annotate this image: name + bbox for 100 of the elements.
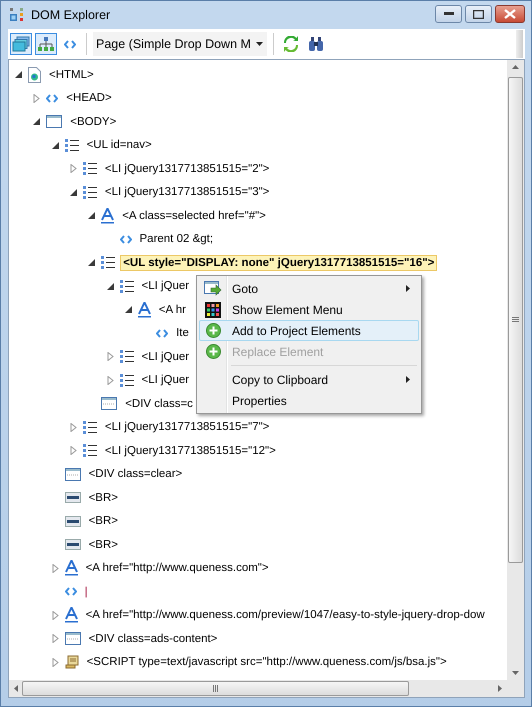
color-grid-icon <box>205 302 221 318</box>
expand-toggle[interactable] <box>106 376 114 385</box>
tree-node[interactable]: Ite <box>173 325 192 342</box>
minimize-icon <box>444 12 454 16</box>
maximize-button[interactable] <box>465 5 492 23</box>
tree-node[interactable]: <A hr <box>156 302 189 318</box>
line-break-icon <box>64 516 81 527</box>
page-dropdown[interactable]: Page (Simple Drop Down M <box>93 32 267 56</box>
tree-node[interactable]: <A class=selected href="#"> <box>119 208 269 224</box>
div-icon <box>101 397 118 410</box>
close-icon <box>504 9 516 19</box>
tree-node[interactable]: <SCRIPT type=text/javascript src="http://www.queness.com/js/bsa.js"> <box>84 654 450 670</box>
list-icon <box>82 186 97 199</box>
code-icon <box>156 328 168 338</box>
menu-item[interactable]: Copy to Clipboard <box>199 369 419 390</box>
tree-node[interactable]: <UL style="DISPLAY: none" jQuery1317713851515="16"> <box>120 254 438 271</box>
menu-item[interactable]: Goto <box>199 278 419 299</box>
expand-toggle[interactable] <box>106 352 114 362</box>
tree-node[interactable]: <A href="http://www.queness.com/preview/1047/easy-to-style-jquery-drop-dow <box>82 607 488 624</box>
tree-node[interactable]: <LI jQuery1317713851515="3"> <box>102 184 272 200</box>
expand-toggle[interactable] <box>70 446 77 456</box>
line-break-icon <box>64 492 81 504</box>
scroll-down-icon[interactable] <box>512 671 519 675</box>
tree-node[interactable]: <DIV class=c <box>122 396 196 412</box>
tree-node[interactable]: <LI jQuer <box>138 372 192 388</box>
letter-a-icon <box>138 302 151 318</box>
tree-node[interactable]: <HEAD> <box>63 90 115 106</box>
close-button[interactable] <box>495 5 525 23</box>
tree-node[interactable]: <HTML> <box>46 66 97 83</box>
code-icon <box>64 587 77 596</box>
tree-node[interactable]: <A href="http://www.queness.com"> <box>82 560 272 576</box>
binoculars-icon[interactable] <box>308 36 324 52</box>
list-icon <box>82 162 97 176</box>
line-break-icon <box>64 539 81 550</box>
letter-a-icon <box>64 560 78 576</box>
minimize-button[interactable] <box>435 5 462 23</box>
expand-toggle[interactable] <box>70 422 77 432</box>
collapse-toggle[interactable] <box>88 212 96 220</box>
toolbar-grip[interactable] <box>516 30 523 58</box>
letter-a-icon <box>101 208 114 224</box>
tree-node[interactable]: <DIV class=clear> <box>86 466 186 482</box>
collapse-toggle[interactable] <box>52 142 59 149</box>
collapse-toggle[interactable] <box>88 259 96 266</box>
window-title: DOM Explorer <box>31 8 110 22</box>
code-icon <box>46 94 58 103</box>
tree-node[interactable]: <LI jQuery1317713851515="2"> <box>102 160 272 177</box>
scroll-right-icon[interactable] <box>498 685 502 692</box>
expand-toggle[interactable] <box>52 658 59 667</box>
div-icon <box>64 632 81 646</box>
refresh-icon[interactable] <box>282 36 299 52</box>
maximize-icon <box>473 10 484 18</box>
collapse-toggle[interactable] <box>15 71 22 78</box>
scroll-thumb[interactable] <box>508 77 523 563</box>
collapse-toggle[interactable] <box>106 282 114 290</box>
scroll-icon <box>64 655 79 670</box>
text-node[interactable]: | <box>82 584 91 600</box>
expand-toggle[interactable] <box>52 634 59 644</box>
window-icon <box>46 115 62 128</box>
document-icon <box>28 66 41 83</box>
div-icon <box>64 468 81 481</box>
list-icon <box>82 420 97 434</box>
code-icon <box>120 234 132 244</box>
collapse-toggle[interactable] <box>33 118 40 126</box>
tree-node[interactable]: <DIV class=ads-content> <box>86 630 220 647</box>
plus-icon <box>206 344 220 359</box>
list-icon <box>101 256 116 270</box>
horizontal-scrollbar[interactable] <box>9 680 507 697</box>
list-icon <box>64 138 79 152</box>
tree-node[interactable]: <LI jQuer <box>138 348 192 365</box>
tree-node[interactable]: <BODY> <box>67 114 120 130</box>
tree-node[interactable]: <BR> <box>86 490 122 506</box>
code-icon[interactable] <box>64 40 76 48</box>
expand-toggle[interactable] <box>52 564 59 573</box>
menu-item[interactable]: Add to Project Elements <box>199 320 419 341</box>
scroll-thumb[interactable] <box>22 681 409 696</box>
tree-node[interactable]: <LI jQuery1317713851515="7"> <box>102 419 272 436</box>
list-icon <box>120 280 134 293</box>
hierarchy-button[interactable] <box>35 33 57 55</box>
layers-button[interactable] <box>10 33 32 55</box>
collapse-toggle[interactable] <box>70 188 77 196</box>
tree-node[interactable]: <LI jQuer <box>138 278 192 294</box>
tree-node[interactable]: <LI jQuery1317713851515="12"> <box>102 442 279 459</box>
caret-icon <box>256 42 263 46</box>
menu-item[interactable]: Properties <box>199 390 419 411</box>
tree-node[interactable]: <BR> <box>86 536 122 553</box>
menu-item[interactable]: Show Element Menu <box>199 299 419 320</box>
expand-toggle[interactable] <box>33 94 40 103</box>
list-icon <box>120 374 134 387</box>
scroll-up-icon[interactable] <box>512 65 519 69</box>
vertical-scrollbar[interactable] <box>507 60 524 680</box>
tree-node[interactable]: <BR> <box>86 513 122 530</box>
collapse-toggle[interactable] <box>124 306 132 314</box>
scroll-left-icon[interactable] <box>14 685 18 692</box>
letter-a-icon <box>64 607 78 624</box>
list-icon <box>82 444 97 458</box>
expand-toggle[interactable] <box>70 164 77 174</box>
plus-icon <box>206 323 220 338</box>
tree-node[interactable]: <UL id=nav> <box>84 137 155 154</box>
expand-toggle[interactable] <box>52 610 59 620</box>
tree-node[interactable]: Parent 02 &gt; <box>136 231 216 248</box>
